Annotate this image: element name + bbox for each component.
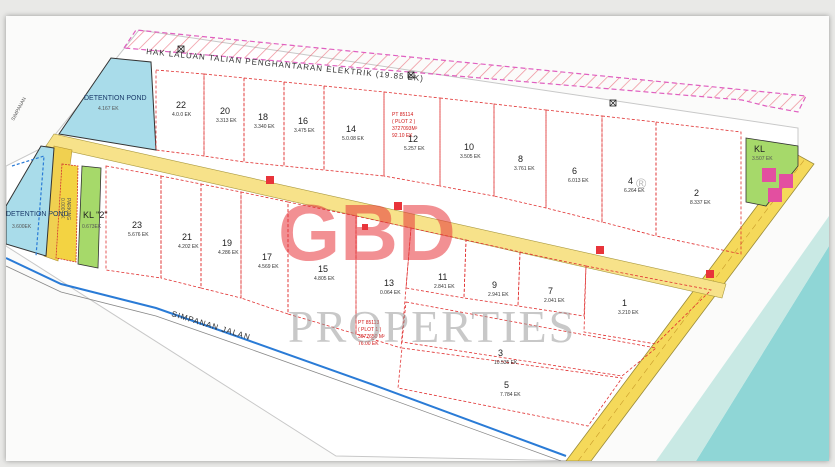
substation-3	[768, 188, 782, 202]
lot-number-5: 5	[504, 380, 509, 390]
lot-number-8: 8	[518, 154, 523, 164]
lot-number-21: 21	[182, 232, 192, 242]
lot-area-20: 3.313 EK	[216, 118, 237, 124]
lot-area-12: 5.257 EK	[404, 146, 425, 152]
lot-number-2: 2	[694, 188, 699, 198]
lot-area-19: 4.286 EK	[218, 250, 239, 256]
pond-top-area: 4.167 EK	[98, 106, 119, 112]
lot-area-16: 3.475 EK	[294, 128, 315, 134]
parking-area: 0.000 EK	[59, 198, 65, 219]
svg-text:( PLOT 2 ): ( PLOT 2 )	[392, 119, 416, 125]
lot-number-17: 17	[262, 252, 272, 262]
lot-number-16: 16	[298, 116, 308, 126]
lot-number-9: 9	[492, 280, 497, 290]
lot-area-21: 4.202 EK	[178, 244, 199, 250]
lot-area-14: 5.0.08 EK	[342, 136, 365, 142]
lot-area-9: 2.941 EK	[488, 292, 509, 298]
lot-area-8: 3.761 EK	[514, 166, 535, 172]
lot-area-10: 3.505 EK	[460, 154, 481, 160]
substation-1	[762, 168, 776, 182]
kl-right-area: 3.507 EK	[752, 156, 773, 162]
lot-number-1: 1	[622, 298, 627, 308]
lot-number-22: 22	[176, 100, 186, 110]
lot-number-19: 19	[222, 238, 232, 248]
watermark-registered: ®	[636, 175, 647, 191]
lot-area-18: 3.340 EK	[254, 124, 275, 130]
lot-area-17: 4.569 EK	[258, 264, 279, 270]
lot-area-2: 8.337 EK	[690, 200, 711, 206]
pond-left-area: 3.600EK	[12, 224, 32, 230]
kl2-name: KL "2"	[83, 210, 108, 220]
lot-number-12: 12	[408, 134, 418, 144]
svg-text:3727093M²: 3727093M²	[392, 126, 418, 132]
site-plan-map: HAK LALUAN TALIAN PENGHANTARAN ELEKTRIK …	[6, 29, 829, 461]
lot-number-14: 14	[346, 124, 356, 134]
lot-area-3: 10.535 EK	[494, 360, 518, 366]
left-margin-text: SIMPANAN	[10, 96, 28, 122]
lot-area-5: 7.784 EK	[500, 392, 521, 398]
detention-pond-top	[58, 57, 157, 151]
kl-right-name: KL	[754, 144, 765, 154]
substation-2	[779, 174, 793, 188]
kl2-area: 0.673EK	[82, 224, 102, 230]
lot-number-7: 7	[548, 286, 553, 296]
lot-number-18: 18	[258, 112, 268, 122]
map-frame: HAK LALUAN TALIAN PENGHANTARAN ELEKTRIK …	[6, 16, 829, 461]
lot-area-13: 0.064 EK	[380, 290, 401, 296]
lot-area-23: 5.676 EK	[128, 232, 149, 238]
lot-number-10: 10	[464, 142, 474, 152]
lot-number-6: 6	[572, 166, 577, 176]
watermark-logo: GBD	[278, 188, 456, 277]
pond-top-name: DETENTION POND	[84, 95, 147, 102]
lot-area-6: 6.013 EK	[568, 178, 589, 184]
lot-area-11: 2.841 EK	[434, 284, 455, 290]
lot-number-13: 13	[384, 278, 394, 288]
lot-number-20: 20	[220, 106, 230, 116]
svg-text:PT 85114: PT 85114	[392, 112, 413, 118]
lot-area-22: 4.0.0 EK	[172, 112, 192, 118]
lot-area-1: 3.210 EK	[618, 310, 639, 316]
watermark-subtext: PROPERTIES	[288, 301, 576, 352]
lot-number-23: 23	[132, 220, 142, 230]
lot-number-4: 4	[628, 176, 633, 186]
